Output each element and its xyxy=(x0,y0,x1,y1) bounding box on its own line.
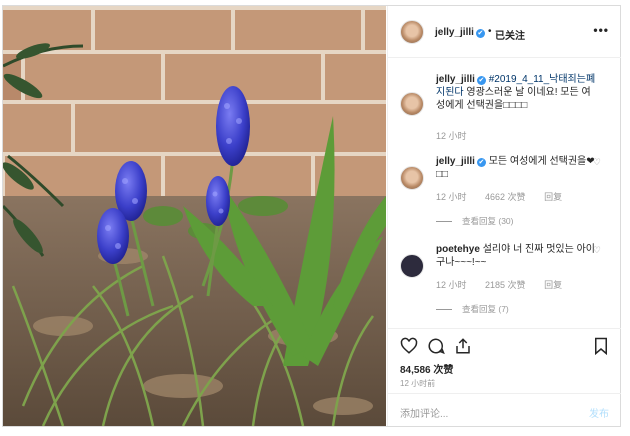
author-username[interactable]: jelly_jilli ✔ xyxy=(435,27,485,38)
separator-dot: • xyxy=(488,26,492,37)
verified-badge-icon: ✔ xyxy=(475,29,485,38)
comment-icon[interactable] xyxy=(427,337,445,355)
verified-badge-icon: ✔ xyxy=(476,158,486,167)
verified-badge-icon: ✔ xyxy=(476,76,486,85)
following-button[interactable]: 已关注 xyxy=(495,27,525,42)
comment-like-heart-icon[interactable]: ♡ xyxy=(593,157,601,168)
divider-line xyxy=(436,309,452,311)
view-replies-button[interactable]: 查看回复 (7) xyxy=(436,303,509,315)
add-comment-bar: 添加评论... 发布 xyxy=(388,393,621,426)
caption-meta: 12 小时 xyxy=(436,129,483,142)
commenter-avatar[interactable] xyxy=(400,254,424,278)
reply-button[interactable]: 回复 xyxy=(544,280,562,290)
likes-count[interactable]: 84,586 次赞 xyxy=(400,361,453,376)
post-timestamp[interactable]: 12 小时前 xyxy=(400,378,435,389)
author-avatar[interactable] xyxy=(400,20,424,44)
post-comment-button[interactable]: 发布 xyxy=(589,405,609,420)
divider-line xyxy=(436,221,452,223)
comment-text: poetehye 설리야 너 진짜 멋있는 아이구나~~~!~~ xyxy=(436,243,596,269)
share-icon[interactable] xyxy=(454,337,472,355)
instagram-post: jelly_jilli ✔ • 已关注 ••• jelly_jilli ✔ #201… xyxy=(2,5,621,427)
comment-meta: 12 小时 4662 次赞 回复 xyxy=(436,190,578,203)
commenter-avatar[interactable] xyxy=(400,166,424,190)
caption-username[interactable]: jelly_jilli xyxy=(436,74,475,85)
post-side-panel: jelly_jilli ✔ • 已关注 ••• jelly_jilli ✔ #201… xyxy=(387,6,621,426)
grape-hyacinth-photo xyxy=(3,6,386,426)
more-options-icon[interactable]: ••• xyxy=(593,23,609,37)
comment-time[interactable]: 12 小时 xyxy=(436,280,467,290)
view-replies-button[interactable]: 查看回复 (30) xyxy=(436,215,513,227)
commenter-username[interactable]: jelly_jilli xyxy=(436,156,475,167)
comment-likes[interactable]: 2185 次赞 xyxy=(485,280,526,290)
comment-input[interactable]: 添加评论... xyxy=(400,405,448,420)
reply-button[interactable]: 回复 xyxy=(544,192,562,202)
post-photo[interactable] xyxy=(3,6,386,426)
caption-avatar[interactable] xyxy=(400,92,424,116)
comment-meta: 12 小时 2185 次赞 回复 xyxy=(436,278,578,291)
comment-likes[interactable]: 4662 次赞 xyxy=(485,192,526,202)
bookmark-icon[interactable] xyxy=(592,337,610,355)
post-header: jelly_jilli ✔ • 已关注 ••• xyxy=(388,6,621,58)
comment-like-heart-icon[interactable]: ♡ xyxy=(593,245,601,256)
comment-text: jelly_jilli ✔ 모든 여성에게 선택권을❤□□ xyxy=(436,155,596,181)
comment-time[interactable]: 12 小时 xyxy=(436,192,467,202)
caption-text: jelly_jilli ✔ #2019_4_11_낙태죄는폐지된다 영광스러운 날… xyxy=(436,73,596,112)
commenter-username[interactable]: poetehye xyxy=(436,244,480,255)
heart-icon[interactable] xyxy=(400,337,418,355)
action-bar: 84,586 次赞 12 小时前 xyxy=(388,328,621,392)
caption-time[interactable]: 12 小时 xyxy=(436,131,467,141)
